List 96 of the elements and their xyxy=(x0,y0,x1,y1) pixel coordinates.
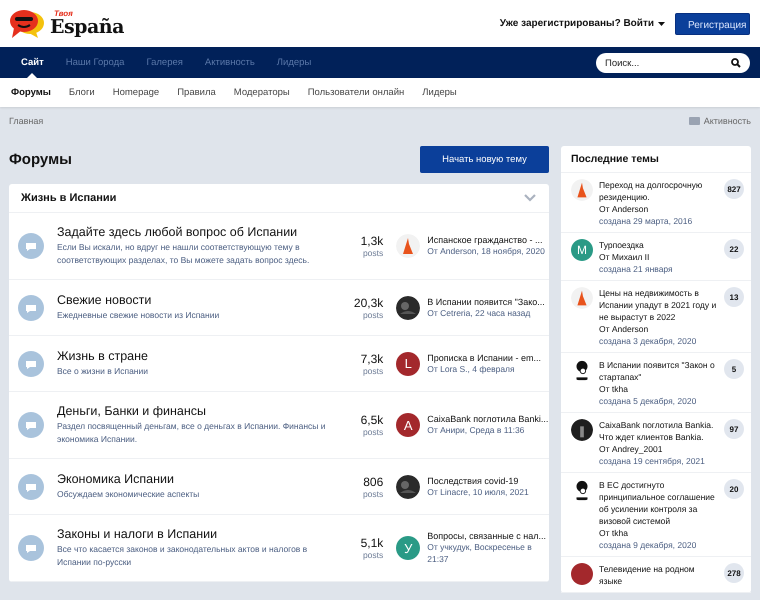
topic-author: От tkha xyxy=(599,527,629,539)
subnav-tab[interactable]: Блоги xyxy=(60,87,104,98)
posts-label: posts xyxy=(362,488,384,498)
avatar[interactable] xyxy=(571,563,593,585)
last-post-title[interactable]: В Испании появится "Зако... xyxy=(427,296,549,306)
avatar[interactable] xyxy=(396,474,420,498)
topic-date: создана 9 декабря, 2020 xyxy=(599,539,698,551)
reply-count: 827 xyxy=(724,179,744,199)
last-post-title[interactable]: Последствия covid-19 xyxy=(427,476,549,486)
topic-author: От Anderson xyxy=(599,203,650,215)
forum-title[interactable]: Деньги, Банки и финансы xyxy=(57,404,206,418)
topic-date: создана 29 марта, 2016 xyxy=(599,215,694,227)
post-count: 7,3k xyxy=(360,352,384,366)
reply-count: 20 xyxy=(724,479,744,499)
activity-link[interactable]: Активность xyxy=(704,116,751,126)
posts-label: posts xyxy=(362,550,384,560)
topic-date: создана 21 января xyxy=(599,263,674,275)
reply-count: 5 xyxy=(724,359,744,379)
forum-title[interactable]: Жизнь в стране xyxy=(57,349,148,363)
forum-title[interactable]: Задайте здесь любой вопрос об Испании xyxy=(57,225,298,239)
topic-date: создана 19 сентября, 2021 xyxy=(599,455,706,467)
subnav-tab[interactable]: Пользователи онлайн xyxy=(298,87,414,98)
forum-description: Если Вы искали, но вдруг не нашли соответствующую тему в соответствующих разделах, то Вы можете задать вопрос здесь. xyxy=(57,241,310,267)
new-topic-button[interactable]: Начать новую тему xyxy=(420,146,549,173)
post-count: 1,3k xyxy=(360,234,384,248)
page-title: Форумы xyxy=(9,151,72,168)
register-button[interactable]: Регистрация xyxy=(675,12,750,34)
avatar[interactable] xyxy=(571,419,593,441)
topic-date: создана 5 декабря, 2020 xyxy=(599,395,698,407)
chat-icon xyxy=(18,535,44,561)
reply-count: 22 xyxy=(724,239,744,259)
post-count: 5,1k xyxy=(360,536,384,550)
last-post-title[interactable]: Прописка в Испании - em... xyxy=(427,352,549,362)
topic-date: создана 3 декабря, 2020 xyxy=(599,335,698,347)
last-post-meta: От Linacre, 10 июля, 2021 xyxy=(427,486,530,498)
posts-label: posts xyxy=(362,366,384,376)
posts-label: posts xyxy=(362,248,384,258)
reply-count: 97 xyxy=(724,419,744,439)
chat-icon xyxy=(18,233,44,259)
avatar[interactable]: A xyxy=(396,413,420,437)
panel-title: Последние темы xyxy=(561,146,751,173)
logo-tagline: Твоя xyxy=(54,10,74,18)
forum-description: Все о жизни в Испании xyxy=(57,365,148,378)
chat-icon xyxy=(18,412,44,438)
last-post-meta: От Anderson, 18 ноября, 2020 xyxy=(427,245,546,257)
post-count: 806 xyxy=(363,474,384,488)
forum-description: Ежедневные свежие новости из Испании xyxy=(57,309,220,322)
topic-title[interactable]: Турпоездка xyxy=(599,239,718,251)
posts-label: posts xyxy=(362,310,384,320)
subnav-tab[interactable]: Модераторы xyxy=(224,87,299,98)
topic-author: От Михаил II xyxy=(599,251,650,263)
topic-title[interactable]: В Испании появится "Закон о стартапах" xyxy=(599,359,718,383)
topic-title[interactable]: Цены на недвижимость в Испании упадут в 2021 году и не вырастут в 2022 xyxy=(599,287,718,323)
forum-title[interactable]: Экономика Испании xyxy=(57,472,174,486)
search-icon[interactable] xyxy=(731,58,741,68)
chat-icon xyxy=(18,474,44,500)
last-post-title[interactable]: Испанское гражданство - ... xyxy=(427,235,549,245)
subnav-tab[interactable]: Лидеры xyxy=(413,87,466,98)
topic-title[interactable]: В ЕС достигнуто принципиальное соглашение об усилении контроля за визовой системой xyxy=(599,479,718,527)
forum-description: Обсуждаем экономические аспекты xyxy=(57,488,200,501)
subnav-tab[interactable]: Homepage xyxy=(104,87,168,98)
logo-wordmark: España xyxy=(50,18,124,37)
last-post-title[interactable]: CaixaBank поглотила Banki... xyxy=(427,414,549,424)
reply-count: 13 xyxy=(724,287,744,307)
topic-title[interactable]: Переход на долгосрочную резиденцию. xyxy=(599,179,718,203)
search-field[interactable]: Поиск... xyxy=(596,53,750,73)
reply-count: 278 xyxy=(724,563,744,583)
forum-description: Раздел посвященный деньгам, все о деньгах в Испании. Финансы и экономика Испании. xyxy=(57,420,326,446)
login-link[interactable]: Уже зарегистрированы? Войти xyxy=(500,18,654,29)
breadcrumb-link[interactable]: Главная xyxy=(9,116,44,126)
last-post-title[interactable]: Вопросы, связанные с нал... xyxy=(427,531,549,541)
chat-icon xyxy=(18,294,44,320)
nav-tab[interactable]: Сайт xyxy=(10,47,55,78)
category-title: Жизнь в Испании xyxy=(21,192,116,204)
forum-title[interactable]: Свежие новости xyxy=(57,293,152,307)
last-post-meta: От учкудук, Воскресенье в 21:37 xyxy=(427,541,533,565)
forum-description: Все что касается законов и законодательных актов и налогов в Испании по-русски xyxy=(57,543,308,569)
post-count: 20,3k xyxy=(354,296,384,310)
caret-icon[interactable] xyxy=(658,22,665,26)
posts-label: posts xyxy=(362,427,384,437)
last-post-meta: От Анири, Среда в 11:36 xyxy=(427,424,526,436)
last-post-meta: От Cetreria, 22 часа назад xyxy=(427,306,532,318)
topic-author: От Anderson xyxy=(599,323,650,335)
avatar[interactable]: L xyxy=(396,352,420,376)
last-post-meta: От Lora S., 4 февраля xyxy=(427,363,516,374)
topic-title[interactable]: CaixaBank поглотила Bankia. Что ждет клиентов Bankia. xyxy=(599,419,718,443)
topic-author: От tkha xyxy=(599,383,629,395)
subnav-tab[interactable]: Форумы xyxy=(2,87,60,98)
post-count: 6,5k xyxy=(360,413,384,427)
subnav-tab[interactable]: Правила xyxy=(168,87,225,98)
topic-title[interactable]: Телевидение на родном языке xyxy=(599,563,718,587)
forum-title[interactable]: Законы и налоги в Испании xyxy=(57,527,218,541)
topic-author: От Andrey_2001 xyxy=(599,443,664,455)
chat-icon xyxy=(18,350,44,376)
avatar[interactable] xyxy=(396,296,420,320)
activity-icon xyxy=(688,117,700,125)
